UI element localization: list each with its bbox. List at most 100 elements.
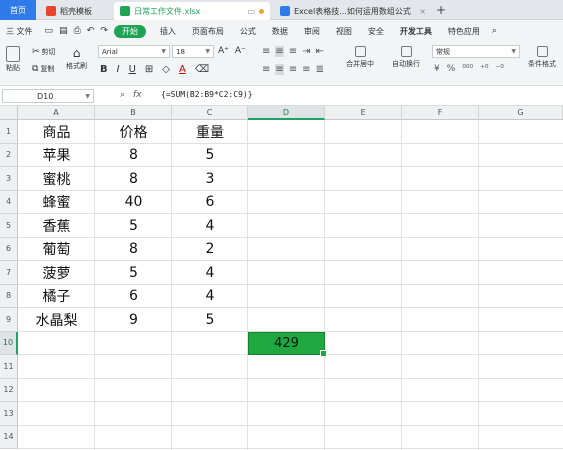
data-cell[interactable]: 5 <box>172 308 248 331</box>
column-header-a[interactable]: A <box>18 106 95 120</box>
tab-developer[interactable]: 开发工具 <box>392 26 440 37</box>
header-cell[interactable]: 商品 <box>18 120 95 143</box>
increase-font-icon[interactable]: A⁺ <box>218 46 229 56</box>
row-header-4[interactable]: 4 <box>0 190 18 214</box>
justify-icon[interactable]: ≡ <box>302 64 310 75</box>
clear-format-icon[interactable]: ⌫ <box>195 64 209 75</box>
tab-start[interactable]: 开始 <box>113 24 146 38</box>
data-cell[interactable]: 6 <box>172 191 248 214</box>
tab-review[interactable]: 审阅 <box>296 26 328 37</box>
data-cell[interactable]: 8 <box>95 238 172 261</box>
paste-button[interactable]: 粘贴 <box>6 46 20 73</box>
formula-input[interactable]: {=SUM(B2:B9*C2:C9)} <box>161 90 253 99</box>
indent-icon[interactable]: ⇥ <box>302 46 310 57</box>
data-cell[interactable]: 5 <box>172 144 248 167</box>
row-header-7[interactable]: 7 <box>0 261 18 285</box>
tab-file[interactable]: 日常工作文件.xlsx ▭ <box>114 2 270 20</box>
column-header-f[interactable]: F <box>402 106 479 120</box>
merge-center-button[interactable]: 合并居中 <box>346 46 374 69</box>
format-painter-button[interactable]: ⌂ 格式刷 <box>66 46 87 71</box>
row-header-3[interactable]: 3 <box>0 167 18 191</box>
zoom-icon[interactable]: ⌕ <box>120 90 125 100</box>
tab-templates[interactable]: 稻壳模板 <box>40 2 112 20</box>
tab-page-layout[interactable]: 页面布局 <box>184 26 232 37</box>
column-header-b[interactable]: B <box>95 106 172 120</box>
font-name-select[interactable]: Arial ▼ <box>98 45 170 58</box>
align-top-icon[interactable]: ≡ <box>262 46 270 57</box>
fill-color-icon[interactable]: ◇ <box>162 64 170 75</box>
search-icon[interactable]: ⌕ <box>492 26 497 36</box>
data-cell[interactable]: 菠萝 <box>18 261 95 284</box>
close-icon[interactable]: × <box>419 7 426 16</box>
tab-special[interactable]: 特色应用 <box>440 26 488 37</box>
number-format-select[interactable]: 常规 ▼ <box>432 45 520 58</box>
data-cell[interactable]: 6 <box>95 285 172 308</box>
data-cell[interactable]: 香蕉 <box>18 214 95 237</box>
data-cell[interactable]: 8 <box>95 144 172 167</box>
undo-icon[interactable]: ↶ <box>87 26 95 36</box>
data-cell[interactable]: 4 <box>172 214 248 237</box>
column-header-g[interactable]: G <box>479 106 563 120</box>
bold-icon[interactable]: B <box>100 64 108 75</box>
new-tab-icon[interactable]: + <box>436 3 446 17</box>
column-header-d[interactable]: D <box>248 106 325 120</box>
align-middle-icon[interactable]: ≡ <box>275 46 284 57</box>
tab-monitor-icon[interactable]: ▭ <box>247 7 255 16</box>
row-header-9[interactable]: 9 <box>0 308 18 332</box>
outdent-icon[interactable]: ⇤ <box>316 46 324 57</box>
redo-icon[interactable]: ↷ <box>100 26 108 36</box>
data-cell[interactable]: 4 <box>172 261 248 284</box>
column-header-c[interactable]: C <box>172 106 248 120</box>
data-cell[interactable]: 5 <box>95 214 172 237</box>
save-icon[interactable]: ▤ <box>59 26 68 36</box>
data-cell[interactable]: 蜂蜜 <box>18 191 95 214</box>
wrap-text-button[interactable]: 自动换行 <box>392 46 420 69</box>
align-right-icon[interactable]: ≡ <box>289 64 297 75</box>
align-center-icon[interactable]: ≡ <box>275 64 284 75</box>
tab-home[interactable]: 首页 <box>0 0 36 20</box>
spreadsheet-grid[interactable]: A B C D E F G 1 2 3 4 5 6 7 8 9 10 11 12 13 14 商品 价格 重量 苹果 8 5 蜜桃 8 3… <box>0 106 563 450</box>
tab-article[interactable]: Excel表格技...如何运用数组公式 × <box>274 2 432 20</box>
row-header-12[interactable]: 12 <box>0 378 18 402</box>
select-all-corner[interactable] <box>0 106 18 120</box>
distribute-icon[interactable]: ≣ <box>316 64 324 75</box>
row-header-10[interactable]: 10 <box>0 331 18 355</box>
currency-icon[interactable]: ¥ <box>434 64 440 74</box>
percent-icon[interactable]: % <box>447 64 456 74</box>
result-cell-d10[interactable]: 429 <box>248 331 327 357</box>
tab-formulas[interactable]: 公式 <box>232 26 264 37</box>
underline-icon[interactable]: U <box>129 64 136 75</box>
decrease-decimal-icon[interactable]: ⁻⁰ <box>495 64 503 74</box>
border-icon[interactable]: ⊞ <box>145 64 153 75</box>
align-left-icon[interactable]: ≡ <box>262 64 270 75</box>
header-cell[interactable]: 重量 <box>172 120 248 143</box>
data-cell[interactable]: 40 <box>95 191 172 214</box>
data-cell[interactable]: 蜜桃 <box>18 167 95 190</box>
header-cell[interactable]: 价格 <box>95 120 172 143</box>
row-header-2[interactable]: 2 <box>0 143 18 167</box>
data-cell[interactable]: 9 <box>95 308 172 331</box>
data-cell[interactable]: 8 <box>95 167 172 190</box>
data-cell[interactable]: 4 <box>172 285 248 308</box>
cut-button[interactable]: ✂ 剪切 <box>32 47 56 57</box>
column-header-e[interactable]: E <box>325 106 402 120</box>
font-size-select[interactable]: 18 ▼ <box>172 45 214 58</box>
thousands-icon[interactable]: ⁰⁰⁰ <box>462 64 473 74</box>
name-box[interactable]: D10 ▼ <box>2 89 94 103</box>
tab-data[interactable]: 数据 <box>264 26 296 37</box>
row-header-13[interactable]: 13 <box>0 402 18 426</box>
fx-icon[interactable]: fx <box>133 90 142 100</box>
increase-decimal-icon[interactable]: ⁺⁰ <box>480 64 488 74</box>
file-menu-button[interactable]: 三 文件 <box>0 20 39 42</box>
align-bottom-icon[interactable]: ≡ <box>289 46 297 57</box>
data-cell[interactable]: 3 <box>172 167 248 190</box>
row-header-6[interactable]: 6 <box>0 237 18 261</box>
row-header-1[interactable]: 1 <box>0 120 18 144</box>
data-cell[interactable]: 橘子 <box>18 285 95 308</box>
data-cell[interactable]: 水晶梨 <box>18 308 95 331</box>
font-color-icon[interactable]: A <box>179 64 186 75</box>
row-header-14[interactable]: 14 <box>0 425 18 449</box>
print-icon[interactable]: ⎙ <box>74 26 81 36</box>
row-header-11[interactable]: 11 <box>0 355 18 379</box>
data-cell[interactable]: 5 <box>95 261 172 284</box>
